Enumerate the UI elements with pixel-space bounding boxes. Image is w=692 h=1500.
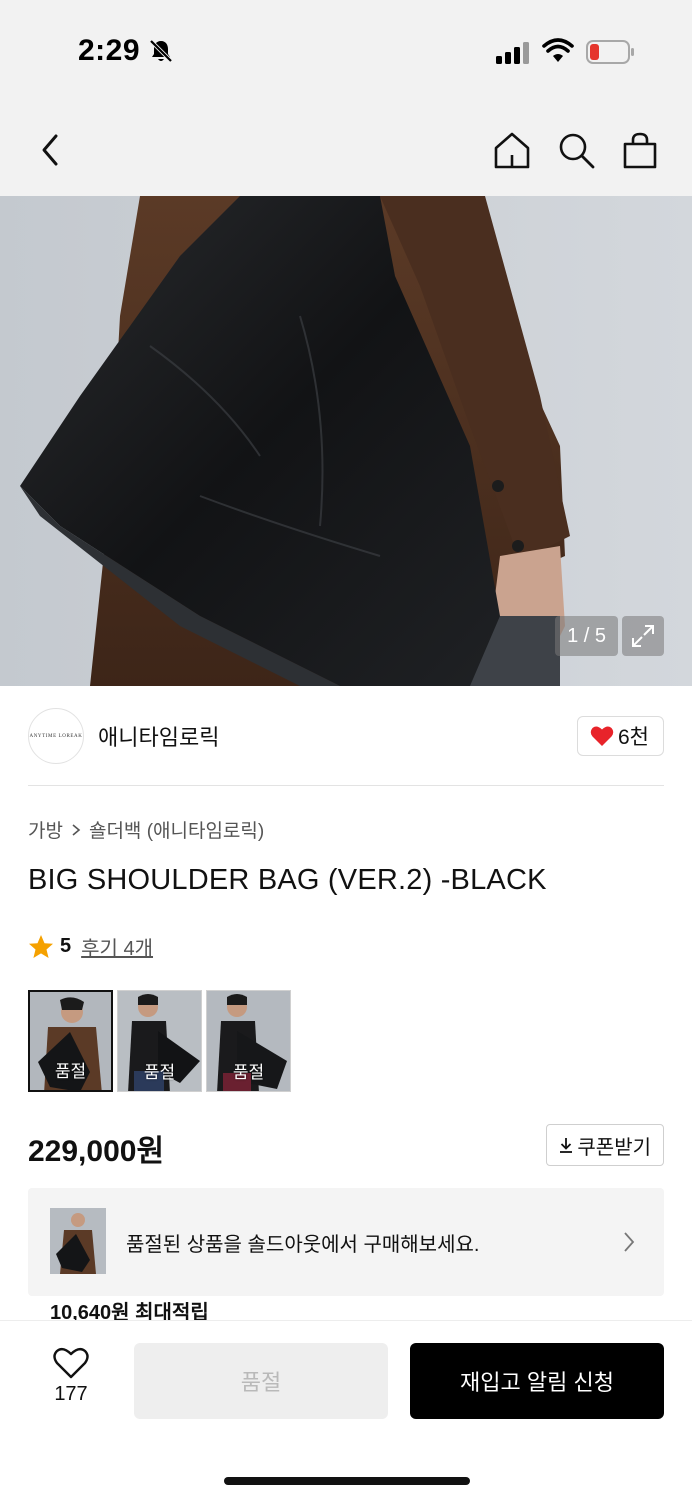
shopping-bag-icon[interactable]	[620, 130, 660, 170]
image-page-indicator: 1 / 5	[555, 616, 618, 656]
restock-alert-button[interactable]: 재입고 알림 신청	[410, 1343, 664, 1419]
option-thumbnail[interactable]: 품절	[28, 990, 113, 1092]
option-thumbnail[interactable]: 품절	[117, 990, 202, 1092]
brand-like-count: 6천	[618, 726, 649, 749]
product-hero-image[interactable]: 1 / 5	[0, 196, 692, 686]
heart-filled-icon	[590, 726, 614, 746]
home-icon[interactable]	[492, 130, 532, 170]
chevron-right-icon	[624, 1232, 635, 1252]
rating-row: 5 후기 4개	[28, 932, 153, 961]
brand-row[interactable]: ANYTIME LOREAK 애니타임로릭 6천	[28, 686, 664, 786]
nav-bar	[0, 100, 692, 196]
breadcrumb: 가방 숄더백 (애니타임로릭)	[28, 816, 264, 843]
thumbnail-soldout-label: 품절	[54, 1062, 87, 1081]
home-indicator	[224, 1477, 470, 1485]
brand-name[interactable]: 애니타임로릭	[98, 720, 219, 752]
wifi-icon	[542, 38, 574, 62]
thumbnail-soldout-label: 품절	[232, 1063, 265, 1082]
expand-image-button[interactable]	[622, 616, 664, 656]
review-count-link[interactable]: 후기 4개	[81, 932, 153, 961]
soldout-banner-text: 품절된 상품을 솔드아웃에서 구매해보세요.	[126, 1234, 480, 1256]
thumbnail-soldout-label: 품절	[143, 1063, 176, 1082]
status-bar: 2:29	[0, 0, 692, 100]
bottom-action-bar: 177 품절 재입고 알림 신청	[0, 1320, 692, 1500]
rating-score: 5	[60, 935, 72, 957]
option-thumbnail[interactable]: 품절	[206, 990, 291, 1092]
wishlist-button[interactable]: 177	[44, 1347, 98, 1406]
banner-thumbnail	[50, 1208, 106, 1274]
wishlist-count: 177	[54, 1383, 88, 1405]
expand-icon	[632, 625, 654, 647]
brand-like-button[interactable]: 6천	[577, 716, 664, 756]
soldout-banner[interactable]: 품절된 상품을 솔드아웃에서 구매해보세요.	[28, 1188, 664, 1296]
back-icon[interactable]	[36, 130, 66, 170]
product-photo	[0, 196, 692, 686]
download-icon	[560, 1138, 573, 1153]
soldout-button[interactable]: 품절	[134, 1343, 388, 1419]
brand-logo-text: ANYTIME LOREAK	[29, 733, 83, 739]
status-time: 2:29	[78, 34, 141, 67]
breadcrumb-subcategory[interactable]: 숄더백 (애니타임로릭)	[89, 816, 264, 843]
product-price: 229,000원	[28, 1135, 165, 1168]
bell-off-icon	[149, 39, 173, 63]
brand-logo[interactable]: ANYTIME LOREAK	[28, 708, 84, 764]
coupon-label: 쿠폰받기	[577, 1136, 651, 1159]
cellular-signal-icon	[496, 42, 529, 64]
coupon-button[interactable]: 쿠폰받기	[546, 1124, 664, 1166]
breadcrumb-category[interactable]: 가방	[28, 816, 63, 843]
product-title: BIG SHOULDER BAG (VER.2) -BLACK	[28, 864, 547, 896]
search-icon[interactable]	[556, 130, 596, 170]
battery-low-icon	[586, 40, 634, 64]
chevron-right-icon	[72, 823, 81, 836]
option-thumbnails: 품절 품절 품절	[28, 990, 291, 1092]
star-icon	[29, 934, 53, 958]
banner-photo	[50, 1208, 106, 1274]
heart-outline-icon	[53, 1347, 89, 1379]
